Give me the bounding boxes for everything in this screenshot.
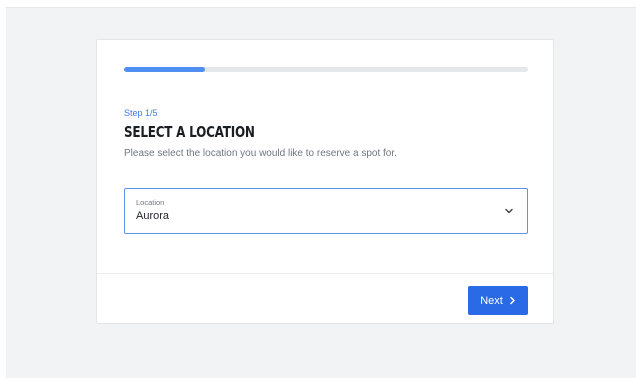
location-select-value: Aurora [136, 210, 170, 222]
chevron-right-icon [510, 296, 515, 305]
location-select-label: Location [136, 198, 165, 207]
page-title: SELECT A LOCATION [124, 123, 255, 141]
next-button-label: Next [480, 294, 503, 307]
location-select[interactable]: Location Aurora [124, 188, 528, 234]
next-button[interactable]: Next [468, 286, 528, 315]
progress-bar-fill [124, 67, 205, 72]
reservation-card: Step 1/5 SELECT A LOCATION Please select… [96, 39, 554, 324]
page: Step 1/5 SELECT A LOCATION Please select… [0, 0, 636, 378]
progress-bar [124, 67, 528, 72]
page-description: Please select the location you would lik… [124, 148, 397, 159]
card-footer-divider [97, 273, 553, 274]
chevron-down-icon [505, 208, 513, 214]
step-indicator: Step 1/5 [124, 108, 158, 118]
